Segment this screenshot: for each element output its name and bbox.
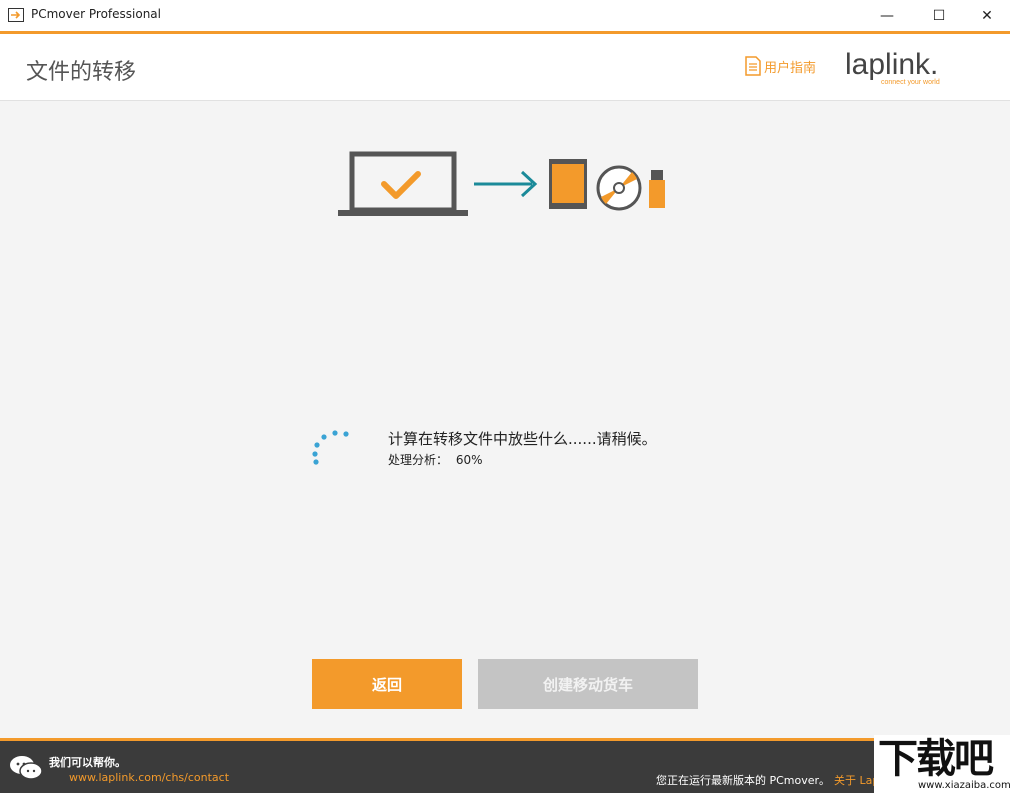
user-guide-label: 用户指南 [764, 60, 817, 76]
maximize-button[interactable]: ☐ [916, 0, 962, 31]
laptop-icon [338, 151, 468, 216]
logo-text: laplink. [845, 48, 938, 81]
progress-status: 处理分析： 60% [388, 451, 487, 468]
status-message: 计算在转移文件中放些什么......请稍候。 [388, 430, 657, 448]
watermark-logo-text: 下载吧 [878, 736, 994, 782]
contact-link[interactable]: www.laplink.com/chs/contact [69, 771, 229, 784]
version-status: 您正在运行最新版本的 PCmover。 [656, 774, 831, 787]
progress-label: 处理分析： [388, 453, 449, 467]
about-link[interactable]: 关于 Laplink [834, 772, 874, 788]
minimize-button[interactable]: — [864, 0, 910, 31]
usb-drive-icon [649, 170, 665, 208]
external-drive-icon [549, 159, 587, 209]
window-title: PCmover Professional [31, 7, 161, 21]
loading-spinner-icon [312, 430, 349, 465]
back-button[interactable]: 返回 [312, 659, 462, 709]
logo-tagline: connect your world [881, 79, 940, 86]
page-header: 文件的转移 用户指南 laplink. connect your world [0, 34, 1010, 101]
arrow-right-icon [474, 170, 538, 198]
transfer-illustration [338, 151, 665, 216]
footer: 我们可以帮你。 www.laplink.com/chs/contact 您正在运… [0, 738, 1010, 793]
disc-icon [596, 165, 642, 211]
laplink-logo: laplink. connect your world [845, 48, 940, 86]
create-moving-van-button[interactable]: 创建移动货车 [478, 659, 698, 709]
page-title: 文件的转移 [26, 60, 137, 85]
close-button[interactable]: ✕ [964, 0, 1010, 31]
user-guide-link[interactable]: 用户指南 [745, 56, 816, 76]
document-icon [745, 56, 761, 76]
pcmover-app-icon [8, 8, 24, 22]
progress-value: 60% [455, 453, 483, 467]
watermark: 下载吧 www.xiazaiba.com [874, 735, 1010, 793]
watermark-url: www.xiazaiba.com [918, 780, 1010, 791]
chat-icon [10, 756, 43, 780]
help-title: 我们可以帮你。 [49, 756, 126, 769]
title-bar: PCmover Professional — ☐ ✕ [0, 0, 1010, 34]
